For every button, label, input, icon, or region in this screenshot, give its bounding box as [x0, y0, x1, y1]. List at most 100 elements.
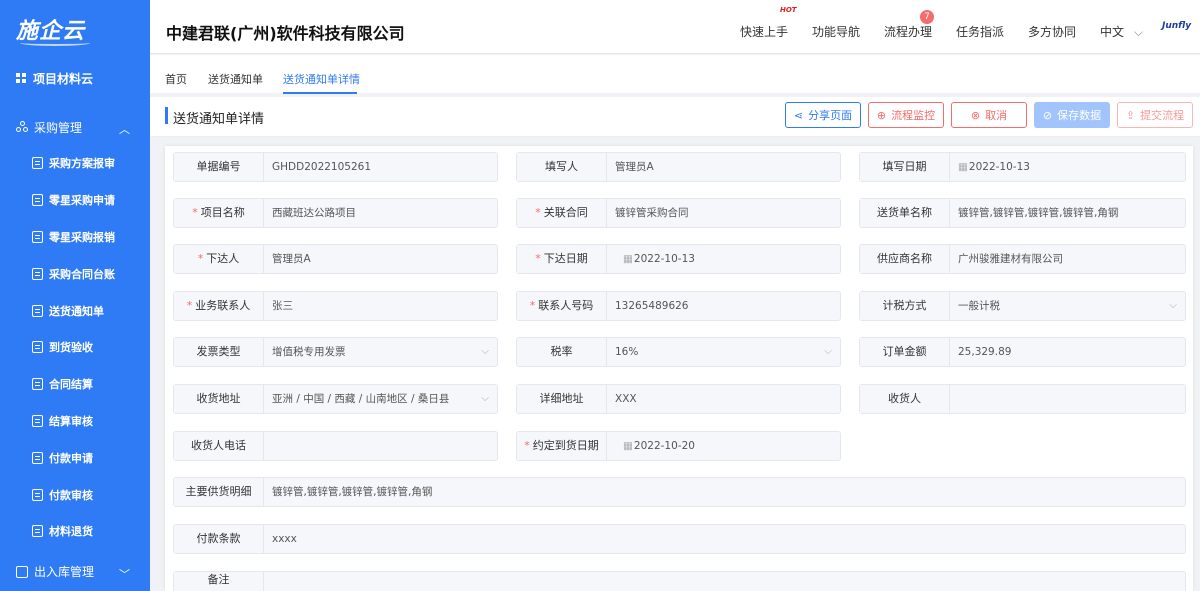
- brand-logo[interactable]: Junfly: [1162, 21, 1191, 31]
- field-value: 管理员A: [272, 253, 311, 265]
- return-icon: [32, 525, 43, 538]
- field-value: 25,329.89: [958, 346, 1012, 358]
- select-text: 亚洲 / 中国 / 西藏 / 山南地区 / 桑日县: [272, 393, 450, 405]
- select-value[interactable]: 16% ⌵: [607, 338, 840, 366]
- field-label: 收货人电话: [174, 432, 264, 460]
- sidebar-group-purchase[interactable]: 采购管理 ︿: [0, 109, 150, 145]
- sidebar-item-0[interactable]: 采购方案报审: [0, 145, 150, 182]
- required-mark: *: [186, 299, 193, 312]
- sidebar-item-9[interactable]: 付款审核: [0, 476, 150, 513]
- field-value[interactable]: [264, 572, 1185, 591]
- sidebar-item-materials-cloud[interactable]: 项目材料云: [0, 60, 150, 96]
- document-icon: [32, 488, 43, 501]
- select-value[interactable]: 亚洲 / 中国 / 西藏 / 山南地区 / 桑日县 ⌵: [264, 385, 497, 413]
- field-value: ▦2022-10-20: [607, 432, 840, 460]
- tab-delivery-detail[interactable]: 送货通知单详情: [283, 71, 360, 87]
- field-remark[interactable]: 备注: [173, 571, 1186, 591]
- list-icon: [32, 304, 43, 317]
- nav-function-guide[interactable]: 功能导航: [812, 23, 860, 40]
- upload-icon: ⇪: [1125, 108, 1136, 122]
- field-label: 税率: [517, 338, 607, 366]
- field-label: 订单金额: [860, 338, 950, 366]
- document-icon: [32, 194, 43, 207]
- monitor-button[interactable]: ⊕ 流程监控: [868, 102, 944, 128]
- document-icon: [32, 378, 43, 391]
- field-value: GHDD2022105261: [272, 161, 372, 173]
- select-text: 16%: [615, 346, 639, 358]
- chevron-down-icon: ⌵: [481, 346, 489, 357]
- language-select[interactable]: 中文 ⌵: [1100, 23, 1143, 40]
- field-label: 填写日期: [860, 153, 950, 181]
- field-label: 单据编号: [174, 153, 264, 181]
- nav-collaboration[interactable]: 多方协同: [1028, 23, 1076, 40]
- sidebar-item-6[interactable]: 合同结算: [0, 366, 150, 403]
- field-label: 付款条款: [174, 525, 264, 553]
- logo[interactable]: 施企云: [0, 0, 150, 58]
- submit-button[interactable]: ⇪ 提交流程: [1117, 102, 1193, 128]
- field-label: 计税方式: [860, 292, 950, 320]
- field-receiver-phone: 收货人电话: [173, 431, 498, 461]
- label-text: 关联合同: [543, 206, 588, 219]
- sidebar-item-2[interactable]: 零星采购报销: [0, 219, 150, 256]
- field-value: 管理员A: [615, 161, 654, 173]
- form-card: 单据编号 GHDD2022105261 填写人 管理员A 填写日期 ▦2022-…: [165, 146, 1193, 591]
- field-ship-address[interactable]: 收货地址 亚洲 / 中国 / 西藏 / 山南地区 / 桑日县 ⌵: [173, 384, 498, 414]
- field-label: 送货单名称: [860, 199, 950, 227]
- field-value: 广州骏雅建材有限公司: [958, 253, 1063, 265]
- sidebar-group-label: 采购管理: [34, 120, 83, 135]
- save-button[interactable]: ⊘ 保存数据: [1034, 102, 1110, 128]
- sidebar-item-1[interactable]: 零星采购申请: [0, 182, 150, 219]
- sidebar-item-label: 采购合同台账: [49, 267, 115, 281]
- grid-icon: [16, 73, 26, 83]
- field-value: 13265489626: [615, 300, 689, 312]
- required-mark: *: [192, 206, 198, 219]
- sidebar-group-inout[interactable]: 出入库管理 ﹀: [0, 554, 150, 590]
- sidebar-item-3[interactable]: 采购合同台账: [0, 255, 150, 292]
- field-payment-terms: 付款条款 xxxx: [173, 524, 1186, 554]
- calendar-icon: ▦: [623, 253, 633, 265]
- monitor-label: 流程监控: [891, 109, 936, 122]
- field-invoice-type[interactable]: 发票类型 增值税专用发票 ⌵: [173, 337, 498, 367]
- field-label: * 约定到货日期: [517, 432, 607, 460]
- sidebar-item-label: 项目材料云: [33, 71, 94, 86]
- share-button[interactable]: ⋖ 分享页面: [785, 102, 861, 128]
- field-receiver: 收货人: [859, 384, 1186, 414]
- sidebar-item-label: 付款申请: [49, 451, 93, 465]
- sidebar-item-7[interactable]: 结算审核: [0, 403, 150, 440]
- cancel-button[interactable]: ⊗ 取消: [951, 102, 1027, 128]
- field-phone: * 联系人号码 13265489626: [516, 291, 841, 321]
- company-name: 中建君联(广州)软件科技有限公司: [166, 24, 405, 43]
- sidebar-item-4[interactable]: 送货通知单: [0, 292, 150, 329]
- select-value[interactable]: 增值税专用发票 ⌵: [264, 338, 497, 366]
- field-detail-address: 详细地址 XXX: [516, 384, 841, 414]
- calendar-icon: ▦: [958, 161, 968, 173]
- required-mark: *: [524, 439, 530, 452]
- field-label: 收货人: [860, 385, 950, 413]
- tab-home[interactable]: 首页: [165, 71, 187, 87]
- sidebar-item-10[interactable]: 材料退货: [0, 513, 150, 550]
- label-text: 联系人号码: [538, 299, 594, 312]
- nav-task-assign[interactable]: 任务指派: [956, 23, 1004, 40]
- required-mark: *: [535, 206, 541, 219]
- document-icon: [32, 414, 43, 427]
- label-text: 下达日期: [543, 252, 588, 265]
- select-value[interactable]: 一般计税 ⌵: [950, 292, 1185, 320]
- field-label: 备注: [174, 572, 264, 591]
- breadcrumb: 首页 送货通知单 送货通知单详情: [150, 55, 1200, 94]
- sidebar-item-5[interactable]: 到货验收: [0, 329, 150, 366]
- chevron-up-icon: ︿: [119, 123, 130, 136]
- target-icon: ⊕: [876, 108, 887, 122]
- field-project: * 项目名称 西藏班达公路项目: [173, 198, 498, 228]
- label-text: 业务联系人: [195, 299, 251, 312]
- tab-delivery-notice[interactable]: 送货通知单: [208, 71, 263, 87]
- field-tax-rate[interactable]: 税率 16% ⌵: [516, 337, 841, 367]
- sidebar-item-label: 合同结算: [49, 378, 93, 392]
- field-contract: * 关联合同 镀锌管采购合同: [516, 198, 841, 228]
- nav-process-handling[interactable]: 流程办理: [884, 23, 932, 40]
- field-value: 镀锌管采购合同: [615, 207, 689, 219]
- sidebar-item-8[interactable]: 付款申请: [0, 439, 150, 476]
- page-title: 送货通知单详情: [173, 112, 265, 127]
- nav-quick-start[interactable]: 快速上手: [740, 23, 788, 40]
- header: 中建君联(广州)软件科技有限公司 HOT 快速上手 功能导航 流程办理 7 任务…: [150, 0, 1200, 54]
- field-tax-method[interactable]: 计税方式 一般计税 ⌵: [859, 291, 1186, 321]
